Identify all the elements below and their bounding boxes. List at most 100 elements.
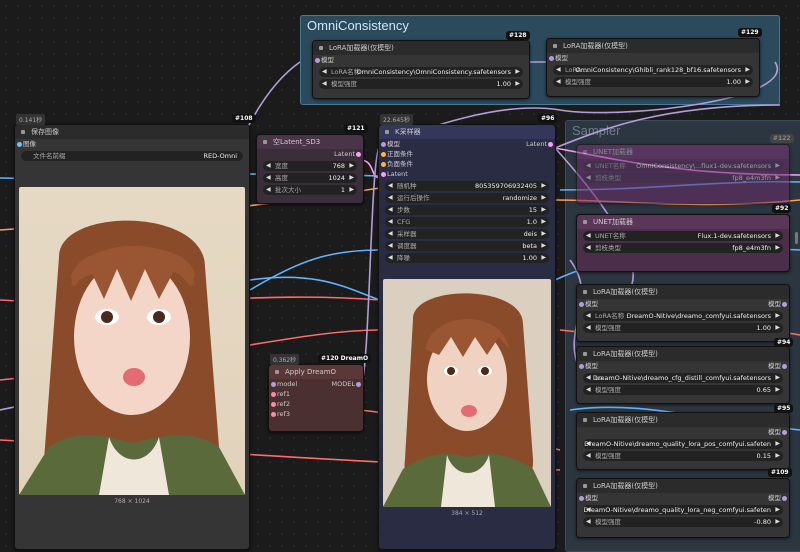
arrow-left-icon[interactable]: ◀ [586,373,591,383]
model-strength-widget[interactable]: ◀ 模型强度 0.65 ▶ [583,385,783,395]
lora-loader-node-109[interactable]: LoRA加载器(仅模型) 模型 模型 ◀ DreamO-Nitive\dreamo… [576,478,790,538]
arrow-left-icon[interactable]: ◀ [586,231,591,241]
height-widget[interactable]: ◀ 高度 1024 ▶ [263,173,357,183]
width-widget[interactable]: ◀ 宽度 768 ▶ [263,161,357,171]
model-strength-widget[interactable]: ◀ 模型强度 1.00 ▶ [319,79,523,89]
arrow-right-icon[interactable]: ▶ [349,161,354,171]
lora-name-widget[interactable]: ◀ LoRA名称 OmniConsistency\OmniConsistency.s… [319,67,523,77]
node-title[interactable]: UNET加载器 [577,145,789,159]
arrow-left-icon[interactable]: ◀ [586,311,591,321]
arrow-left-icon[interactable]: ◀ [586,161,591,171]
arrow-right-icon[interactable]: ▶ [541,253,546,263]
arrow-right-icon[interactable]: ▶ [541,229,546,239]
node-title[interactable]: LoRA加载器(仅模型) [313,41,529,55]
arrow-right-icon[interactable]: ▶ [349,185,354,195]
arrow-left-icon[interactable]: ◀ [266,185,271,195]
model-input-slot[interactable]: 模型 [313,55,529,65]
arrow-right-icon[interactable]: ▶ [775,385,780,395]
scheduler-widget[interactable]: ◀ 调度器 beta ▶ [385,241,549,251]
denoise-widget[interactable]: ◀ 降噪 1.00 ▶ [385,253,549,263]
node-title[interactable]: LoRA加载器(仅模型) [577,285,789,299]
arrow-left-icon[interactable]: ◀ [586,385,591,395]
latent-output-slot[interactable]: Latent [257,149,363,159]
node-title[interactable]: UNET加载器 [577,215,789,229]
unet-name-widget[interactable]: ◀ UNET名称 OmniConsistency\...flux1-dev.safe… [583,161,783,171]
lora-loader-node-129[interactable]: LoRA加载器(仅模型) 模型 ◀ LoRA ... OmniConsistency… [546,38,760,97]
arrow-right-icon[interactable]: ▶ [515,79,520,89]
node-title[interactable]: Apply DreamO [269,365,363,379]
arrow-left-icon[interactable]: ◀ [388,193,393,203]
model-output-slot[interactable]: MODEL [269,379,363,389]
latent-output-slot[interactable]: Latent [379,139,555,149]
arrow-right-icon[interactable]: ▶ [775,517,780,527]
lora-name-widget[interactable]: ◀ LoRA ... OmniConsistency\Ghibli_rank128_… [553,65,753,75]
arrow-left-icon[interactable]: ◀ [388,217,393,227]
arrow-right-icon[interactable]: ▶ [745,77,750,87]
cfg-widget[interactable]: ◀ CFG 1.0 ▶ [385,217,549,227]
image-input-slot[interactable]: 图像 [15,139,249,149]
model-input-slot[interactable]: 模型 [547,53,759,63]
model-strength-widget[interactable]: ◀ 模型强度 1.00 ▶ [553,77,753,87]
model-strength-widget[interactable]: ◀ 模型强度 0.15 ▶ [583,451,783,461]
model-strength-widget[interactable]: ◀ 模型强度 1.00 ▶ [583,323,783,333]
arrow-left-icon[interactable]: ◀ [266,161,271,171]
model-output-slot[interactable]: 模型 [577,493,789,503]
ref2-input-slot[interactable]: ref2 [269,399,363,409]
lora-name-widget[interactable]: ◀ LoRA名称 DreamO-Nitive\dreamo_comfyui.safe… [583,311,783,321]
arrow-left-icon[interactable]: ◀ [322,67,327,77]
lora-loader-node-dreamo[interactable]: LoRA加载器(仅模型) 模型 模型 ◀ LoRA名称 DreamO-Nitive\… [576,284,790,342]
arrow-right-icon[interactable]: ▶ [541,205,546,215]
steps-widget[interactable]: ◀ 步数 15 ▶ [385,205,549,215]
node-title[interactable]: 空Latent_SD3 [257,135,363,149]
lora-loader-node-128[interactable]: LoRA加载器(仅模型) 模型 ◀ LoRA名称 OmniConsistency\O… [312,40,530,99]
seed-widget[interactable]: ◀ 随机种 805359706932405 ▶ [385,181,549,191]
arrow-right-icon[interactable]: ▶ [515,67,520,77]
arrow-left-icon[interactable]: ◀ [388,181,393,191]
ref3-input-slot[interactable]: ref3 [269,409,363,419]
control-after-generate-widget[interactable]: ◀ 运行后操作 randomize ▶ [385,193,549,203]
lora-name-widget[interactable]: ◀ Lo... DreamO-Nitive\dreamo_cfg_distill_c… [583,373,783,383]
unet-loader-node-92[interactable]: UNET加载器 ◀ UNET名称 Flux.1-dev.safetensors ▶ ◀… [576,214,790,272]
arrow-left-icon[interactable]: ◀ [388,229,393,239]
arrow-right-icon[interactable]: ▶ [775,451,780,461]
model-output-slot[interactable]: 模型 [577,361,789,371]
positive-input-slot[interactable]: 正面条件 [379,149,555,159]
latent-input-slot[interactable]: Latent [379,169,555,179]
arrow-right-icon[interactable]: ▶ [775,311,780,321]
negative-input-slot[interactable]: 负面条件 [379,159,555,169]
ref1-input-slot[interactable]: ref1 [269,389,363,399]
arrow-left-icon[interactable]: ◀ [586,451,591,461]
arrow-right-icon[interactable]: ▶ [775,161,780,171]
arrow-right-icon[interactable]: ▶ [775,439,780,449]
unet-loader-node-bypassed[interactable]: UNET加载器 ◀ UNET名称 OmniConsistency\...flux1-… [576,144,790,204]
ksampler-node-96[interactable]: K采样器 模型 Latent 正面条件 负面条件 Latent ◀ 随机种 8053… [378,124,556,550]
apply-dreamo-node-120[interactable]: Apply DreamO model MODEL ref1 ref2 ref3 [268,364,364,432]
model-strength-widget[interactable]: ◀ 模型强度 -0.80 ▶ [583,517,783,527]
node-title[interactable]: 保存图像 [15,125,249,139]
node-title[interactable]: K采样器 [379,125,555,139]
image-preview[interactable] [383,279,551,507]
node-title[interactable]: LoRA加载器(仅模型) [547,39,759,53]
batch-size-widget[interactable]: ◀ 批次大小 1 ▶ [263,185,357,195]
image-preview[interactable] [19,187,245,495]
weight-dtype-widget[interactable]: ◀ 剪枝类型 fp8_e4m3fn ▶ [583,243,783,253]
arrow-left-icon[interactable]: ◀ [266,173,271,183]
arrow-left-icon[interactable]: ◀ [556,77,561,87]
arrow-right-icon[interactable]: ▶ [775,323,780,333]
arrow-left-icon[interactable]: ◀ [388,205,393,215]
lora-loader-node-94[interactable]: LoRA加载器(仅模型) 模型 模型 ◀ Lo... DreamO-Nitive\d… [576,346,790,404]
unet-name-widget[interactable]: ◀ UNET名称 Flux.1-dev.safetensors ▶ [583,231,783,241]
arrow-left-icon[interactable]: ◀ [322,79,327,89]
save-image-node-108[interactable]: 保存图像 图像 文件名前缀 RED-Omni 768 × 1024 [14,124,250,550]
arrow-left-icon[interactable]: ◀ [388,253,393,263]
arrow-left-icon[interactable]: ◀ [586,173,591,183]
lora-loader-node-95[interactable]: LoRA加载器(仅模型) 模型 ◀ DreamO-Nitive\dreamo_qu… [576,412,790,470]
arrow-right-icon[interactable]: ▶ [775,231,780,241]
arrow-left-icon[interactable]: ◀ [556,65,561,75]
arrow-left-icon[interactable]: ◀ [586,323,591,333]
arrow-right-icon[interactable]: ▶ [541,217,546,227]
scrollbar[interactable] [795,232,798,244]
arrow-left-icon[interactable]: ◀ [586,517,591,527]
arrow-right-icon[interactable]: ▶ [775,505,780,515]
lora-name-widget[interactable]: ◀ DreamO-Nitive\dreamo_quality_lora_neg_c… [583,505,783,515]
